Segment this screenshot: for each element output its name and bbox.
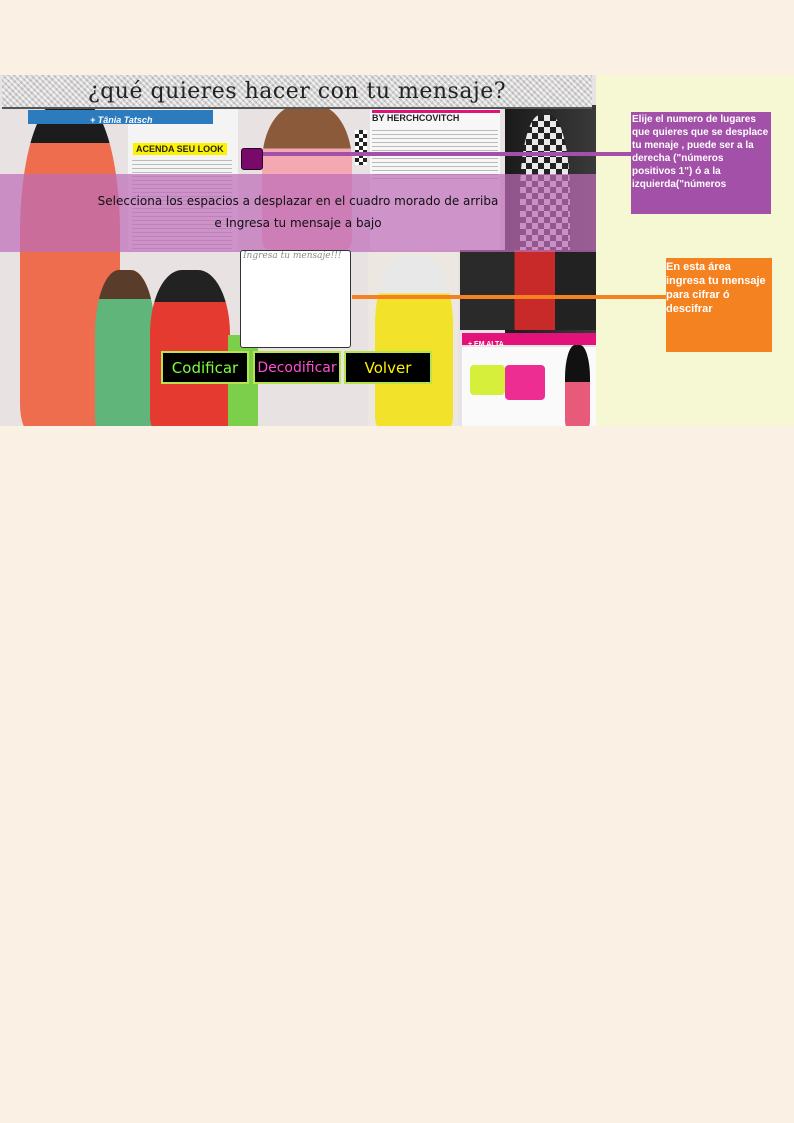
back-button[interactable]: Volver — [344, 351, 432, 384]
magazine-headline: ACENDA SEU LOOK — [133, 143, 227, 155]
page-title: ¿qué quieres hacer con tu mensaje? — [87, 78, 507, 104]
bag-yellow — [470, 365, 505, 395]
shift-connector-line — [261, 152, 631, 156]
shoes-panel — [460, 250, 596, 330]
page: + Tânia Tatsch ACENDA SEU LOOK BY HERCHC… — [0, 0, 794, 1123]
encode-button[interactable]: Codificar — [161, 351, 249, 384]
decode-button[interactable]: Decodificar — [253, 351, 341, 384]
message-callout: En esta área ingresa tu mensaje para cif… — [666, 258, 772, 352]
magazine-tab-text: + Tânia Tatsch — [90, 115, 153, 125]
model-yellow-coat — [375, 255, 453, 426]
bag-pink — [505, 365, 545, 400]
title-bar: ¿qué quieres hacer con tu mensaje? — [2, 75, 592, 109]
message-input[interactable] — [240, 250, 351, 348]
model-green-suit — [95, 270, 155, 426]
shift-selector[interactable] — [241, 148, 263, 170]
shift-callout: Elije el numero de lugares que quieres q… — [631, 112, 771, 214]
magazine-tab: + Tânia Tatsch — [28, 110, 213, 125]
magazine-section: + EM ALTA — [462, 333, 596, 348]
magazine-byline: BY HERCHCOVITCH — [372, 113, 460, 123]
instruction-line-1: Selecciona los espacios a desplazar en e… — [97, 194, 499, 208]
instruction-line-2: e Ingresa tu mensaje a bajo — [214, 216, 382, 230]
magazine-section-label: + EM ALTA — [468, 341, 504, 348]
model-red-top — [150, 270, 230, 426]
instruction-band: Selecciona los espacios a desplazar en e… — [0, 174, 596, 252]
model-black-pink — [565, 345, 590, 426]
checkered-panel — [355, 130, 367, 165]
message-connector-line — [352, 295, 666, 299]
